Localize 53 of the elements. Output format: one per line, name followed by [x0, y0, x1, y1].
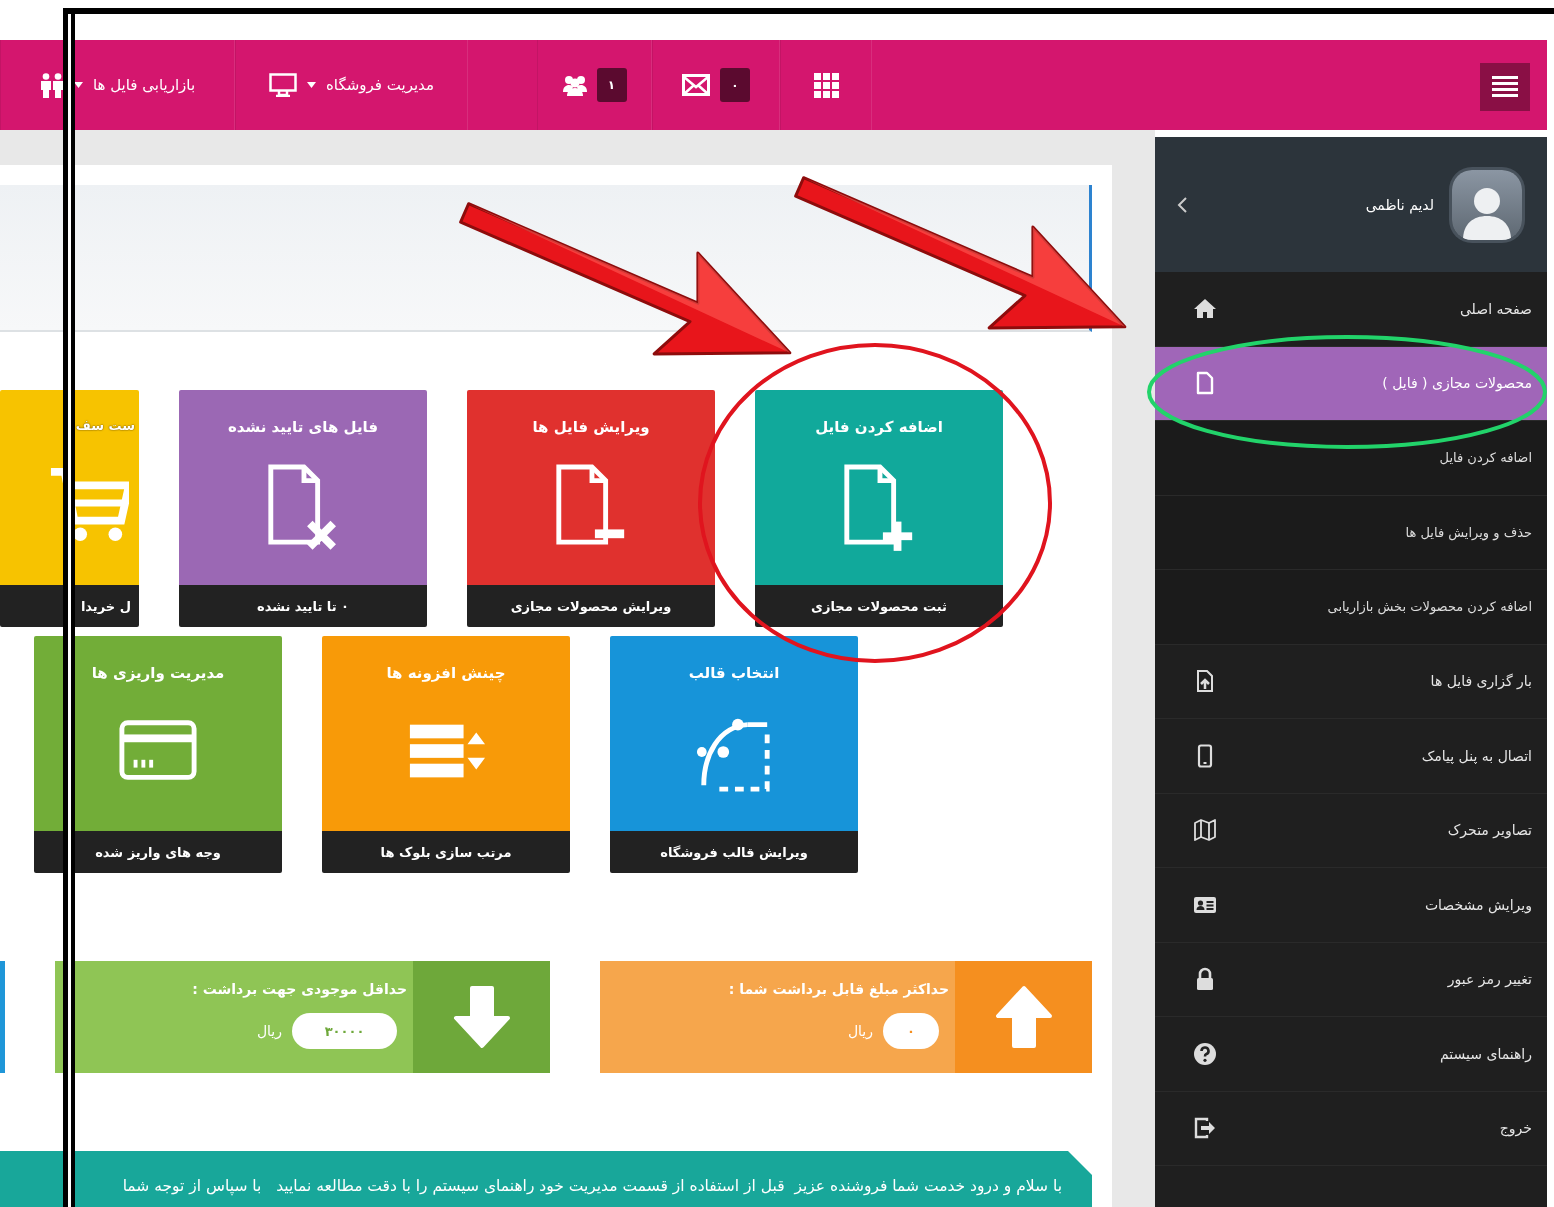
tile-footer: ل خریدا	[0, 585, 139, 627]
sidebar-item[interactable]: تصاویر متحرک	[1155, 793, 1547, 868]
menu-button[interactable]	[1480, 63, 1530, 111]
users-icon	[562, 74, 587, 96]
tile-title: ویرایش فایل ها	[532, 418, 650, 436]
tile-title: اضافه کردن فایل	[815, 418, 943, 436]
sidebar-item[interactable]: محصولات مجازی ( فایل )	[1155, 346, 1547, 421]
tile-title: مدیریت واریزی ها	[91, 664, 225, 682]
caret-icon	[73, 82, 83, 88]
user-name: لدیم ناظمی	[1364, 196, 1434, 213]
count-badge: ۰	[720, 68, 750, 102]
mail-icon	[682, 74, 710, 96]
sidebar-item[interactable]: ویرایش مشخصات	[1155, 868, 1547, 943]
tile-footer: ویرایش قالب فروشگاه	[610, 831, 858, 873]
chevron-left-icon[interactable]	[1177, 196, 1187, 213]
amount-badge: ۰	[883, 1013, 939, 1049]
grid-icon	[813, 72, 839, 98]
tile-footer: ویرایش محصولات مجازی	[467, 585, 715, 627]
tile-title: ست سف	[75, 418, 135, 433]
sidebar-item[interactable]: خروج	[1155, 1091, 1547, 1166]
map-icon	[1193, 818, 1217, 843]
monitor-icon	[269, 73, 297, 97]
help-icon	[1193, 1041, 1217, 1066]
sidebar-item[interactable]: بار گزاری فایل ها	[1155, 644, 1547, 719]
messages-button[interactable]: ۰	[652, 40, 780, 130]
tile-footer: ۰ تا تایید نشده	[179, 585, 427, 627]
submenu-item[interactable]: اضافه کردن فایل	[1155, 421, 1547, 496]
currency-label: ریال	[847, 1023, 873, 1039]
tile-footer: وجه های واریز شده	[34, 831, 282, 873]
submenu-item[interactable]: اضافه کردن محصولات بخش بازاریابی	[1155, 570, 1547, 645]
sidebar-item[interactable]: راهنمای سیستم	[1155, 1017, 1547, 1092]
avatar	[1452, 169, 1522, 240]
currency-label: ریال	[256, 1023, 282, 1039]
stat-label: حداکثر مبلغ قابل برداشت شما :	[727, 981, 949, 997]
tile-title: انتخاب قالب	[688, 664, 780, 682]
count-badge: ۱	[596, 68, 627, 102]
sidebar-item[interactable]: صفحه اصلی	[1155, 272, 1547, 347]
submenu-item[interactable]: حذف و ویرایش فایل ها	[1155, 495, 1547, 570]
tile-title: فایل های تایید نشده	[228, 418, 378, 436]
amount-badge: ۳۰۰۰۰	[292, 1013, 397, 1049]
notice-text: با سلام و درود خدمت شما فروشنده عزیز قبل از استفاده از قسمت مدیریت خود راهنمای سیستم را با دقت مطالعه نمایید با سپاس از توجه شما	[0, 1151, 1092, 1207]
exit-icon	[1193, 1116, 1217, 1141]
sidebar-item[interactable]: اتصال به پنل پیامک	[1155, 719, 1547, 794]
people-icon	[39, 72, 64, 98]
stat-label: حداقل موجودی جهت برداشت :	[191, 981, 407, 997]
sidebar-item[interactable]: تغییر رمز عبور	[1155, 942, 1547, 1017]
home-icon	[1193, 296, 1217, 321]
caret-icon	[307, 82, 316, 88]
tile-footer: مرتب سازی بلوک ها	[322, 831, 570, 873]
users-button[interactable]: ۱	[537, 40, 652, 130]
menu-icon	[1492, 76, 1518, 98]
tile-footer: ثبت محصولات مجازی	[755, 585, 1003, 627]
tile-title: چینش افزونه ها	[386, 664, 506, 682]
